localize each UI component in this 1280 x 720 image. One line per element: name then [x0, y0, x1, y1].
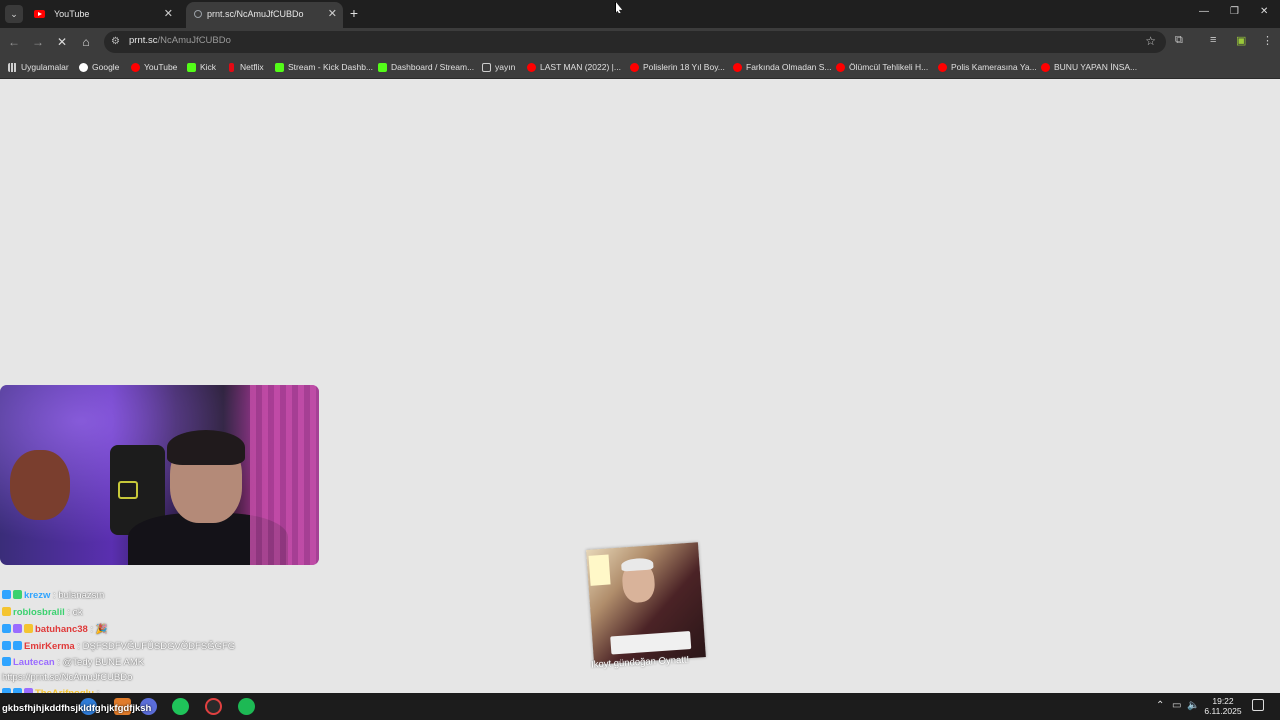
bookmark-olumcul[interactable]: Ölümcül Tehlikeli H...: [836, 61, 928, 74]
youtube-icon: [836, 63, 845, 72]
badge-icon: [2, 624, 11, 633]
close-window-icon[interactable]: ✕: [1260, 6, 1268, 17]
youtube-icon: [938, 63, 947, 72]
alert-sticker-image: [586, 542, 706, 665]
bookmark-yayin[interactable]: yayın: [482, 61, 515, 74]
tab-search-button[interactable]: ⌄: [5, 5, 23, 23]
bookmark-bunu-yapan[interactable]: BUNU YAPAN İNSA...: [1041, 61, 1137, 74]
bookmark-polis-kamerasina[interactable]: Polis Kamerasına Ya...: [938, 61, 1037, 74]
chair-logo: [118, 481, 138, 499]
youtube-icon: [527, 63, 536, 72]
bookmark-stream-kick[interactable]: Stream - Kick Dashb...: [275, 61, 373, 74]
site-info-icon[interactable]: ⚙: [111, 35, 125, 49]
new-tab-button[interactable]: +: [346, 5, 362, 21]
url-text[interactable]: prnt.sc/NcAmuJfCUBDo: [129, 35, 231, 46]
netflix-icon: [229, 63, 234, 72]
bookmarks-bar: Uygulamalar Google YouTube Kick Netflix …: [0, 56, 1280, 79]
youtube-icon: [630, 63, 639, 72]
youtube-icon: [733, 63, 742, 72]
spotify-icon[interactable]: [238, 698, 255, 715]
chat-message: batuhanc38 : 🎉: [2, 622, 108, 637]
sticker-lamp: [588, 554, 611, 586]
chat-message: Lautecan : @Tedy BUNE AMK: [2, 655, 144, 670]
extensions-icon[interactable]: ⧉: [1175, 34, 1183, 47]
badge-icon: [2, 657, 11, 666]
sticker-table: [610, 630, 692, 655]
apps-grid-icon: [8, 63, 17, 72]
badge-icon: [2, 641, 11, 650]
obs-app-icon[interactable]: [205, 698, 222, 715]
bookmark-youtube[interactable]: YouTube: [131, 61, 177, 74]
taskbar: gkbsfhjhjkddfhsjkldfghjkfgdfjksh ⌃ ▭ 🔈 1…: [0, 693, 1280, 720]
youtube-icon: [131, 63, 140, 72]
browser-toolbar: ← → ✕ ⌂ ⚙ prnt.sc/NcAmuJfCUBDo ☆ ⧉ ≡ ▣ ⋮: [0, 28, 1280, 56]
badge-icon: [13, 590, 22, 599]
bookmark-star-icon[interactable]: ☆: [1145, 34, 1156, 48]
chat-message: https://prnt.sc/NcAmuJfCUBDo: [2, 672, 133, 683]
folder-icon: [482, 63, 491, 72]
youtube-icon: [34, 10, 45, 18]
forward-icon[interactable]: →: [30, 34, 46, 50]
chevron-up-icon[interactable]: ⌃: [1156, 700, 1164, 711]
badge-icon: [24, 624, 33, 633]
badge-icon: [13, 641, 22, 650]
network-icon[interactable]: ▭: [1172, 700, 1181, 711]
media-control-icon[interactable]: ≡: [1210, 34, 1216, 46]
streamer-hair: [167, 430, 245, 465]
chat-message: roblosbralil : ok: [2, 605, 83, 620]
dashboard-icon: [378, 63, 387, 72]
kick-icon: [275, 63, 284, 72]
curtain: [250, 385, 319, 565]
restore-icon[interactable]: ❐: [1230, 6, 1239, 17]
tab-bar: ⌄ YouTube ✕ prnt.sc/NcAmuJfCUBDo ✕ + — ❐…: [0, 0, 1280, 28]
clock-time: 19:22: [1212, 696, 1234, 706]
tab-prntsc[interactable]: prnt.sc/NcAmuJfCUBDo ✕: [186, 2, 343, 28]
bookmark-google[interactable]: Google: [79, 61, 119, 74]
youtube-icon: [1041, 63, 1050, 72]
bookmark-last-man[interactable]: LAST MAN (2022) |...: [527, 61, 621, 74]
extension-icon[interactable]: ▣: [1236, 34, 1246, 47]
address-bar[interactable]: ⚙ prnt.sc/NcAmuJfCUBDo ☆: [104, 31, 1166, 53]
tab-title: YouTube: [54, 9, 90, 19]
badge-icon: [2, 607, 11, 616]
clock-date: 6.11.2025: [1204, 706, 1242, 716]
kick-app-icon[interactable]: [172, 698, 189, 715]
chat-message: krezw : bulanazsın: [2, 588, 104, 603]
home-icon[interactable]: ⌂: [78, 34, 94, 50]
back-icon[interactable]: ←: [6, 34, 22, 50]
chat-message: EmirKerma : DŞFSDFVĞUFÜSDGVÖDFSĞGFG: [2, 639, 235, 654]
tab-title: prnt.sc/NcAmuJfCUBDo: [207, 9, 304, 19]
menu-icon[interactable]: ⋮: [1262, 34, 1273, 47]
sticker-hair: [620, 557, 654, 572]
close-icon[interactable]: ✕: [164, 2, 173, 26]
bookmark-dashboard[interactable]: Dashboard / Stream...: [378, 61, 474, 74]
notification-icon[interactable]: [1252, 699, 1264, 711]
system-clock[interactable]: 19:22 6.11.2025: [1200, 696, 1246, 716]
bookmark-polislerin[interactable]: Polislerin 18 Yıl Boy...: [630, 61, 725, 74]
teddy-bear: [10, 450, 70, 520]
tab-youtube[interactable]: YouTube ✕: [26, 2, 179, 28]
badge-icon: [13, 624, 22, 633]
bookmark-netflix[interactable]: Netflix: [227, 61, 264, 74]
bookmark-kick[interactable]: Kick: [187, 61, 216, 74]
close-icon[interactable]: ✕: [328, 2, 337, 26]
badge-icon: [2, 590, 11, 599]
minimize-icon[interactable]: —: [1199, 6, 1209, 17]
kick-icon: [187, 63, 196, 72]
typing-text: gkbsfhjhjkddfhsjkldfghjkfgdfjksh: [2, 703, 152, 714]
google-icon: [79, 63, 88, 72]
loading-icon: [194, 10, 202, 18]
bookmark-farkinda[interactable]: Farkında Olmadan S...: [733, 61, 832, 74]
volume-icon[interactable]: 🔈: [1187, 700, 1199, 711]
webcam-overlay: [0, 385, 319, 565]
bookmark-uygulamalar[interactable]: Uygulamalar: [8, 61, 69, 74]
stop-icon[interactable]: ✕: [54, 34, 70, 50]
